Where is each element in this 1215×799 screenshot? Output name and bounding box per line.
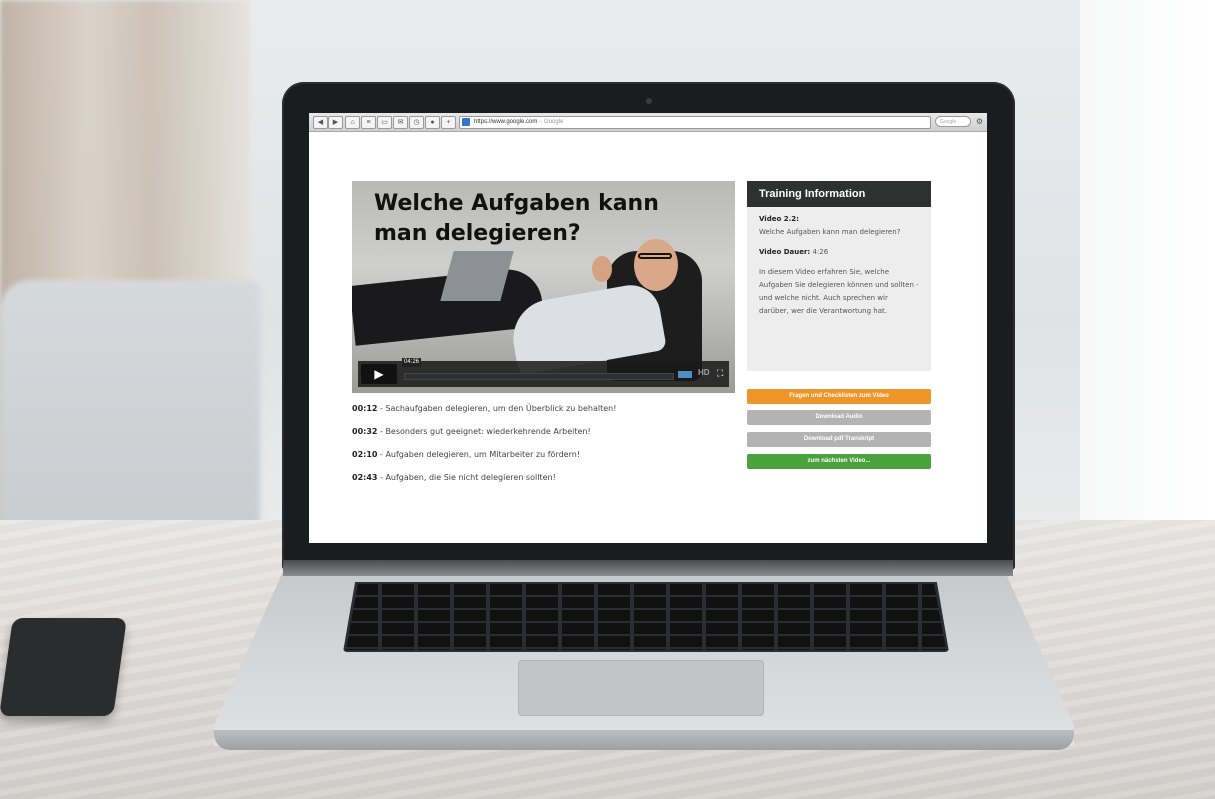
chapter-item[interactable]: 00:12 - Sachaufgaben delegieren, um den …: [352, 403, 735, 415]
video-number-label: Video 2.2:: [759, 215, 799, 223]
chapter-time: 00:12: [352, 404, 378, 413]
laptop-screen: ◀ ▶ ⌂ ≡ ▭ ✉ ◷ ● + https://www.google.com…: [309, 113, 987, 543]
trackpad: [518, 660, 764, 716]
video-time: 04:26: [402, 358, 422, 367]
chapter-time: 00:32: [352, 427, 378, 436]
video-title: Welche Aufgaben kann man delegieren?: [374, 191, 659, 246]
download-audio-button[interactable]: Download Audio: [747, 410, 931, 425]
history-icon[interactable]: ◷: [409, 116, 424, 129]
laptop-hinge: [283, 560, 1013, 576]
video-description: In diesem Video erfahren Sie, welche Auf…: [759, 268, 919, 315]
hd-quality-button[interactable]: HD: [698, 368, 710, 377]
chapter-text: - Sachaufgaben delegieren, um den Überbl…: [377, 404, 617, 413]
url-text: https://www.google.com: [474, 119, 538, 125]
laptop-base-edge: [214, 730, 1074, 750]
video-person-glasses: [638, 253, 672, 259]
browser-toolbar: ◀ ▶ ⌂ ≡ ▭ ✉ ◷ ● + https://www.google.com…: [309, 113, 987, 132]
bookmarks-icon[interactable]: ≡: [361, 116, 376, 129]
search-input[interactable]: Google: [935, 116, 971, 127]
webcam: [646, 98, 652, 104]
keyboard-keys: [346, 584, 946, 650]
next-video-button[interactable]: zum nächsten Video...: [747, 454, 931, 469]
video-name: Welche Aufgaben kann man delegieren?: [759, 228, 901, 236]
chapter-list: 00:12 - Sachaufgaben delegieren, um den …: [352, 403, 735, 495]
video-player[interactable]: Welche Aufgaben kann man delegieren? ▶ 0…: [352, 181, 735, 393]
chapter-text: - Aufgaben, die Sie nicht delegieren sol…: [377, 473, 556, 482]
chapter-item[interactable]: 02:43 - Aufgaben, die Sie nicht delegier…: [352, 472, 735, 484]
chapter-time: 02:10: [352, 450, 378, 459]
panel-heading: Training Information: [747, 181, 931, 207]
home-icon[interactable]: ⌂: [345, 116, 360, 129]
chapter-text: - Besonders gut geeignet: wiederkehrende…: [377, 427, 591, 436]
video-controls: ▶ 04:26 HD ⛶: [358, 358, 729, 387]
play-icon[interactable]: ▶: [361, 364, 397, 384]
chapter-time: 02:43: [352, 473, 378, 482]
background-window: [1080, 0, 1215, 520]
add-tab-icon[interactable]: +: [441, 116, 456, 129]
video-progress-bar[interactable]: [404, 373, 674, 380]
fullscreen-icon[interactable]: ⛶: [717, 368, 723, 379]
chapter-item[interactable]: 00:32 - Besonders gut geeignet: wiederke…: [352, 426, 735, 438]
tabs-icon[interactable]: ●: [425, 116, 440, 129]
questions-checklists-button[interactable]: Fragen und Checklisten zum Video: [747, 389, 931, 404]
smartphone: [0, 618, 127, 716]
url-suffix: – Google: [539, 119, 564, 125]
chapter-text: - Aufgaben delegieren, um Mitarbeiter zu…: [377, 450, 581, 459]
gear-icon[interactable]: ⚙: [974, 116, 985, 127]
share-icon[interactable]: ✉: [393, 116, 408, 129]
training-info-panel: Training Information Video 2.2: Welche Au…: [747, 181, 931, 371]
back-icon[interactable]: ◀: [313, 116, 328, 129]
address-bar[interactable]: https://www.google.com – Google ↻: [459, 116, 931, 129]
duration-label: Video Dauer:: [759, 248, 811, 256]
download-transcript-button[interactable]: Download pdf Transkript: [747, 432, 931, 447]
volume-icon[interactable]: [678, 371, 692, 378]
chapter-item[interactable]: 02:10 - Aufgaben delegieren, um Mitarbei…: [352, 449, 735, 461]
site-favicon-icon: [462, 118, 470, 126]
reader-icon[interactable]: ▭: [377, 116, 392, 129]
video-person-hand: [592, 256, 612, 282]
forward-icon[interactable]: ▶: [328, 116, 343, 129]
duration-value: 4:26: [810, 248, 829, 256]
